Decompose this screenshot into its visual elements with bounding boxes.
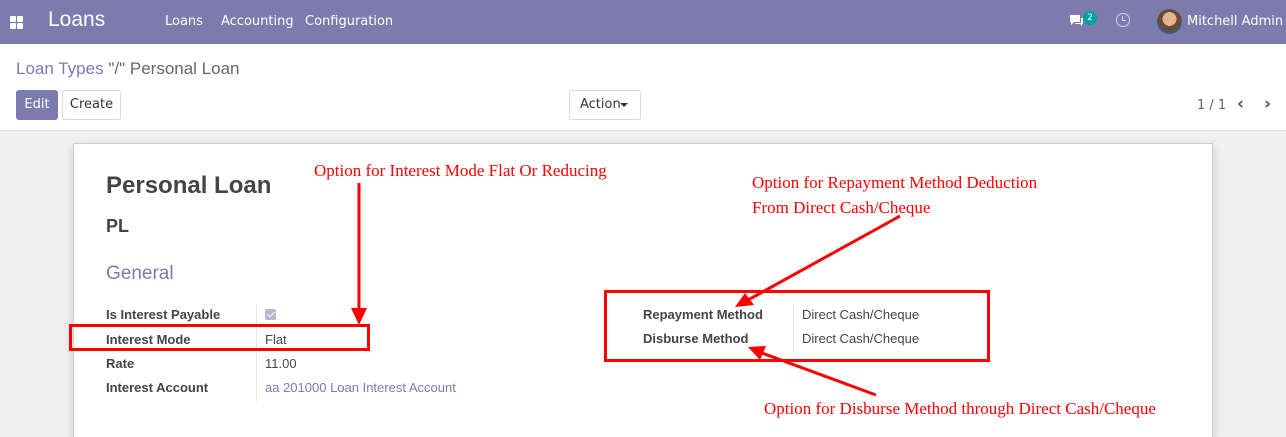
breadcrumb-parent-link[interactable]: Loan Types — [16, 59, 104, 78]
is-interest-payable-checkbox[interactable] — [265, 309, 276, 320]
action-dropdown[interactable]: Action — [569, 90, 641, 120]
disburse-annotation: Option for Disburse Method through Direc… — [764, 399, 1156, 418]
activity-clock-icon[interactable] — [1116, 13, 1130, 27]
field-separator — [256, 304, 257, 401]
repayment-annotation-line2: From Direct Cash/Cheque — [752, 198, 931, 217]
pager-next-icon[interactable]: › — [1264, 96, 1276, 113]
record-code: PL — [106, 216, 130, 236]
chat-icon[interactable] — [1069, 14, 1084, 27]
interest-account-label: Interest Account — [106, 380, 209, 395]
breadcrumb: Loan Types "/" Personal Loan — [16, 59, 240, 79]
top-navbar: Loans Loans Accounting Configuration 2 M… — [0, 0, 1286, 44]
message-count-badge[interactable]: 2 — [1083, 11, 1097, 25]
methods-highlight-box — [604, 290, 990, 362]
app-name[interactable]: Loans — [48, 8, 105, 32]
interest-account-link[interactable]: aa 201000 Loan Interest Account — [265, 380, 456, 395]
interest-mode-highlight-box — [69, 324, 370, 351]
rate-label: Rate — [106, 356, 135, 371]
group-title-general: General — [106, 263, 174, 284]
interest-mode-annotation: Option for Interest Mode Flat Or Reducin… — [314, 161, 607, 180]
breadcrumb-current: Personal Loan — [129, 59, 240, 78]
create-button[interactable]: Create — [62, 90, 121, 120]
pager-previous-icon[interactable]: ‹ — [1237, 96, 1249, 113]
apps-menu-icon[interactable] — [10, 16, 23, 29]
pager-value[interactable]: 1 / 1 — [1197, 98, 1226, 113]
record-name: Personal Loan — [106, 172, 272, 199]
menu-item-loans[interactable]: Loans — [165, 14, 203, 29]
edit-button[interactable]: Edit — [16, 90, 58, 120]
caret-down-icon — [620, 103, 628, 107]
menu-item-configuration[interactable]: Configuration — [305, 14, 393, 29]
action-dropdown-label: Action — [580, 97, 621, 112]
menu-item-accounting[interactable]: Accounting — [221, 14, 294, 29]
user-avatar[interactable] — [1157, 9, 1182, 34]
is-interest-payable-label: Is Interest Payable — [106, 307, 221, 322]
breadcrumb-separator: "/" — [108, 59, 126, 78]
rate-value[interactable]: 11.00 — [265, 356, 297, 371]
user-menu[interactable]: Mitchell Admin — [1187, 14, 1283, 29]
control-panel: Loan Types "/" Personal Loan Edit Create… — [0, 44, 1286, 131]
repayment-annotation-line1: Option for Repayment Method Deduction — [752, 173, 1038, 192]
